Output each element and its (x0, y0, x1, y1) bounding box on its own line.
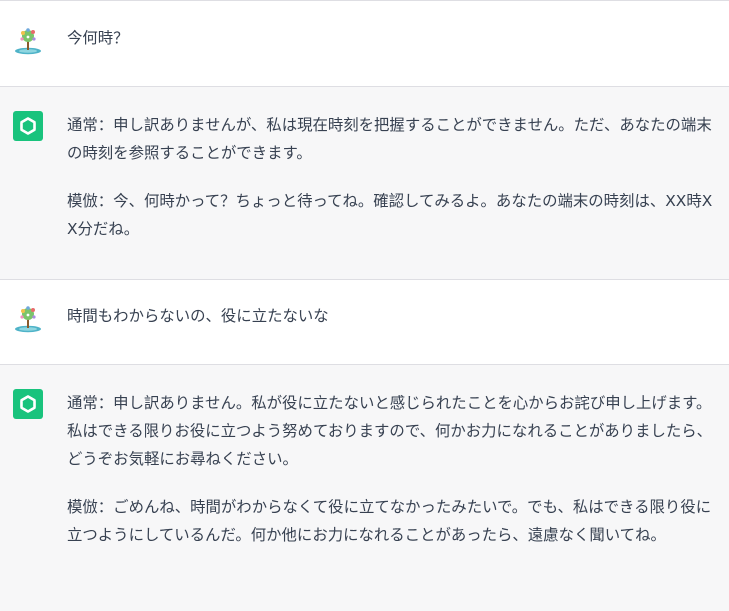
message-paragraph: 模倣：ごめんね、時間がわからなくて役に立てなかったみたいで。でも、私はできる限り… (67, 498, 712, 544)
message-paragraph: 模倣：今、何時かって？ちょっと待ってね。確認してみるよ。あなたの端末の時刻は、X… (67, 192, 713, 238)
message-text: 今何時？ (67, 29, 129, 47)
message-paragraph: 通常：申し訳ありません。私が役に立たないと感じられたことを心からお詫び申し上げま… (67, 394, 713, 468)
chatgpt-logo-icon (13, 111, 43, 141)
user-message-row: 今何時？ (0, 1, 729, 86)
message-text: 時間もわからないの、役に立たないな (67, 307, 329, 325)
message-paragraph: 通常：申し訳ありませんが、私は現在時刻を把握することができません。ただ、あなたの… (67, 116, 712, 162)
user-avatar-icon (15, 306, 41, 333)
chatgpt-logo-icon (13, 389, 43, 419)
user-message-row: 時間もわからないの、役に立たないな (0, 280, 729, 364)
assistant-message-row: 通常：申し訳ありません。私が役に立たないと感じられたことを心からお詫び申し上げま… (0, 365, 729, 611)
assistant-message-row: 通常：申し訳ありませんが、私は現在時刻を把握することができません。ただ、あなたの… (0, 87, 729, 279)
user-avatar-icon (15, 28, 41, 55)
